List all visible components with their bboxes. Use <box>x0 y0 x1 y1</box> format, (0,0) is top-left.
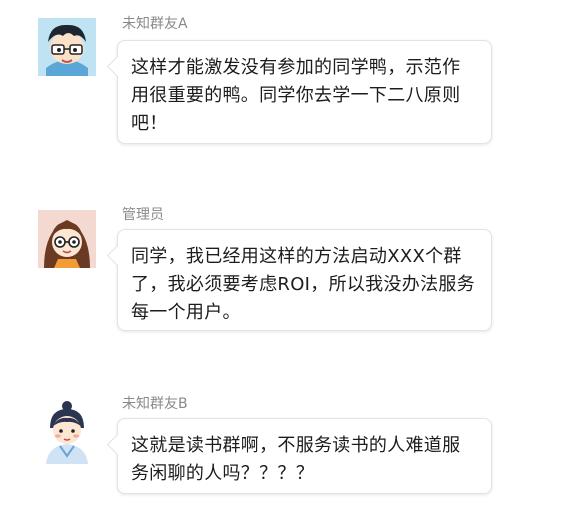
girl-avatar-icon[interactable] <box>38 210 96 268</box>
message-bubble[interactable]: 这就是读书群啊，不服务读书的人难道服务闲聊的人吗？？？？ <box>117 418 492 494</box>
message-text: 这样才能激发没有参加的同学鸭，示范作用很重要的鸭。同学你去学一下二八原则吧！ <box>131 57 461 134</box>
message-bubble[interactable]: 这样才能激发没有参加的同学鸭，示范作用很重要的鸭。同学你去学一下二八原则吧！ <box>117 40 492 144</box>
sender-name: 未知群友B <box>122 396 188 412</box>
message-bubble[interactable]: 同学，我已经用这样的方法启动XXX个群了，我必须要考虑ROI，所以我没办法服务每… <box>117 229 492 331</box>
ancient-scholar-avatar-icon[interactable] <box>38 398 96 464</box>
message-text: 这就是读书群啊，不服务读书的人难道服务闲聊的人吗？？？？ <box>131 435 461 484</box>
sender-name: 未知群友A <box>122 16 188 32</box>
boy-avatar-icon[interactable] <box>38 18 96 76</box>
message-text: 同学，我已经用这样的方法启动XXX个群了，我必须要考虑ROI，所以我没办法服务每… <box>131 246 475 323</box>
sender-name: 管理员 <box>122 207 164 223</box>
